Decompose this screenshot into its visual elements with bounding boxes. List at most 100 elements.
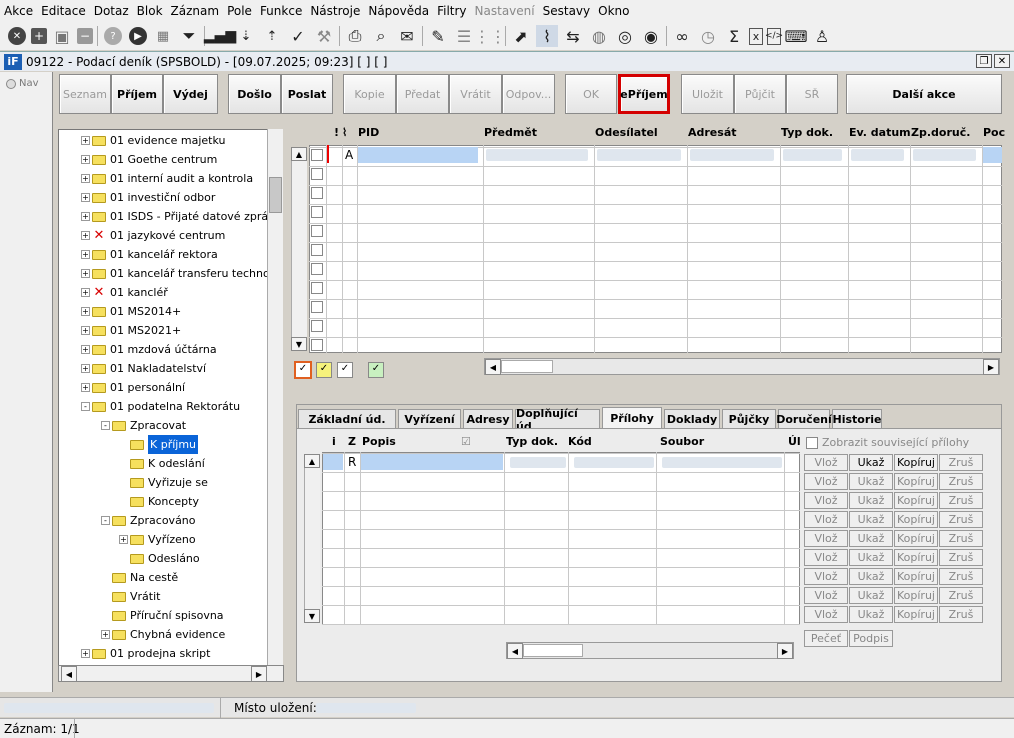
main-grid-hscroll[interactable]: ◀ ▶ [484,358,1000,375]
play-icon[interactable]: ▶ [129,27,147,45]
tree-item[interactable]: +01 interní audit a kontrola [81,169,253,188]
menu-7[interactable]: Nástroje [306,0,364,22]
status-checkbox-orange[interactable]: ✓ [294,361,312,379]
tab-8[interactable]: Historie [832,409,882,429]
tree-item[interactable]: +01 MS2014+ [81,302,181,321]
tree-expander-icon[interactable]: + [81,307,90,316]
row-checkbox[interactable] [311,263,323,275]
attach-col-header[interactable]: Typ dok. [506,434,558,450]
zrus-button[interactable]: Zruš [939,606,983,623]
grid-vscroll[interactable] [291,161,307,337]
eye-icon[interactable]: ◉ [640,25,662,47]
vloz-button[interactable]: Vlož [804,568,848,585]
menu-8[interactable]: Nápověda [364,0,433,22]
tree-item[interactable]: Koncepty [119,492,199,511]
save-icon[interactable]: ▣ [51,25,73,47]
main-col-header[interactable]: Typ dok. [781,125,833,141]
kopiruj-button[interactable]: Kopíruj [894,492,938,509]
tree-expander-icon[interactable]: + [81,326,90,335]
menu-9[interactable]: Filtry [433,0,470,22]
kopiruj-button[interactable]: Kopíruj [894,511,938,528]
ukaz-button[interactable]: Ukaž [849,473,893,490]
menu-4[interactable]: Záznam [167,0,224,22]
calendar-icon[interactable]: ▦ [152,25,174,47]
ukaz-button[interactable]: Ukaž [849,587,893,604]
tree-expander-icon[interactable]: + [119,535,128,544]
vloz-button[interactable]: Vlož [804,511,848,528]
kopiruj-button[interactable]: Kopíruj [894,473,938,490]
menu-2[interactable]: Dotaz [90,0,133,22]
tab-1[interactable]: Vyřízení [398,409,461,429]
podpis-button[interactable]: Podpis [849,630,893,647]
scroll-left-icon[interactable]: ◀ [61,666,77,682]
vloz-button[interactable]: Vlož [804,530,848,547]
tree-item[interactable]: +01 investiční odbor [81,188,215,207]
prijem-button[interactable]: Příjem [111,74,163,114]
menu-10[interactable]: Nastavení [471,0,539,22]
row-checkbox[interactable] [311,339,323,351]
tree-item[interactable]: - Zpracováno [101,511,196,530]
tree-item[interactable]: +01 mzdová účtárna [81,340,217,359]
tab-4[interactable]: Přílohy [602,407,662,429]
doslo-button[interactable]: Došlo [228,74,281,114]
main-col-header[interactable]: Zp.doruč. [911,125,970,141]
kopie-button[interactable]: Kopie [343,74,396,114]
tree-expander-icon[interactable]: + [81,383,90,392]
attach-col-header[interactable]: i [332,434,336,450]
tree-expander-icon[interactable]: + [81,288,90,297]
tree-hscrollbar[interactable]: ◀ ▶ [58,665,284,682]
tree-item[interactable]: - Zpracovat [101,416,186,435]
tree-expander-icon[interactable]: + [81,155,90,164]
tab-3[interactable]: Doplňující úd. [515,407,600,433]
tree-item[interactable]: +01 prodejna skript [81,644,210,663]
sort-desc-icon[interactable]: ⇣ [235,25,257,47]
print-icon[interactable]: ⎙ [344,25,366,47]
tree-expander-icon[interactable]: + [81,364,90,373]
tree-item[interactable]: - 01 podatelna Rektorátu [81,397,240,416]
tree-item[interactable]: Příruční spisovna [101,606,224,625]
bars-icon[interactable]: ▂▄▆ [204,25,236,47]
vloz-button[interactable]: Vlož [804,549,848,566]
tree-expander-icon[interactable]: + [81,250,90,259]
ukaz-button[interactable]: Ukaž [849,492,893,509]
export-icon[interactable]: ⬈ [510,25,532,47]
row-checkbox[interactable] [311,206,323,218]
tree-expander-icon[interactable]: + [81,269,90,278]
ukaz-button[interactable]: Ukaž [849,549,893,566]
tree-item[interactable]: + ✕ 01 jazykové centrum [81,226,225,245]
keyboard-icon[interactable]: ⌨ [784,25,807,47]
tree-item[interactable]: Na cestě [101,568,178,587]
grid-scroll-down-icon[interactable]: ▼ [291,337,307,351]
restore-icon[interactable]: ❐ [976,54,992,68]
kopiruj-button[interactable]: Kopíruj [894,454,938,471]
help-icon[interactable]: ? [104,27,122,45]
status-checkbox-white[interactable]: ✓ [337,362,353,378]
list-icon[interactable]: ☰ [453,25,475,47]
check-icon[interactable]: ✓ [287,25,309,47]
zrus-button[interactable]: Zruš [939,549,983,566]
menu-6[interactable]: Funkce [256,0,306,22]
columns-icon[interactable]: ⋮⋮ [474,25,506,47]
signpost-icon[interactable]: ⇆ [562,25,584,47]
attach-col-header[interactable]: Z [348,434,356,450]
status-checkbox-yellow[interactable]: ✓ [316,362,332,378]
main-scroll-left-icon[interactable]: ◀ [485,359,501,375]
zrus-button[interactable]: Zruš [939,587,983,604]
show-related-checkbox[interactable] [806,436,818,449]
attach-col-header[interactable]: Kód [568,434,592,450]
ulozit-button[interactable]: Uložit [681,74,734,114]
glasses-icon[interactable]: ∞ [671,25,693,47]
vloz-button[interactable]: Vlož [804,473,848,490]
menu-12[interactable]: Okno [594,0,633,22]
ok-button[interactable]: OK [565,74,617,114]
main-col-header[interactable]: Odesílatel [595,125,658,141]
wrench-icon[interactable]: ⚒ [313,25,335,47]
tree-item[interactable]: +01 personální [81,378,185,397]
tree-item[interactable]: +01 Nakladatelství [81,359,206,378]
tree-item[interactable]: +01 kancelář transferu technologií [81,264,267,283]
tree-item[interactable]: +01 MS2021+ [81,321,181,340]
tree-item[interactable]: Vrátit [101,587,160,606]
kopiruj-button[interactable]: Kopíruj [894,568,938,585]
predat-button[interactable]: Předat [396,74,449,114]
zrus-button[interactable]: Zruš [939,473,983,490]
